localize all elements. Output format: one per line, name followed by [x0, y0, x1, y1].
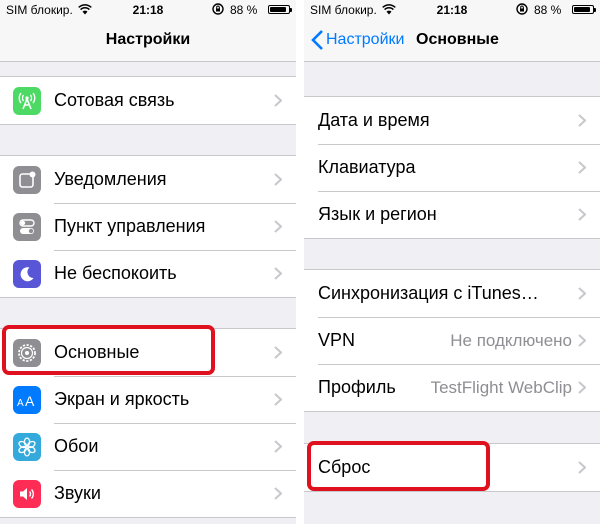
general-screen: SIM блокир. 21:18 88 % Настройки Основны…: [304, 0, 600, 524]
moon-icon: [13, 259, 41, 288]
settings-item-label: Экран и яркость: [54, 389, 190, 409]
chevron-right-icon: [274, 440, 282, 453]
antenna-icon: [13, 86, 41, 115]
settings-item-cellular[interactable]: Сотовая связь: [0, 77, 296, 124]
settings-group-general: Основные A A Экран и яркость Обои Звуки: [0, 328, 296, 518]
general-item-itunes-sync[interactable]: Синхронизация с iTunes…: [304, 270, 600, 317]
general-item-vpn[interactable]: VPN Не подключено: [304, 317, 600, 364]
general-item-keyboard[interactable]: Клавиатура: [304, 144, 600, 191]
chevron-right-icon: [274, 346, 282, 359]
profile-value: TestFlight WebClip: [430, 377, 572, 397]
rotation-lock-icon: [212, 3, 224, 15]
general-item-label: Профиль: [318, 377, 396, 397]
battery-percent: 88 %: [534, 3, 562, 17]
nav-bar: Настройки Основные: [304, 20, 600, 62]
flower-icon: [13, 432, 41, 461]
chevron-right-icon: [578, 461, 586, 474]
general-item-date-time[interactable]: Дата и время: [304, 97, 600, 144]
toggles-icon: [13, 212, 41, 241]
settings-item-sounds[interactable]: Звуки: [0, 470, 296, 517]
chevron-right-icon: [274, 393, 282, 406]
settings-item-label: Основные: [54, 342, 140, 362]
rotation-lock-icon: [516, 3, 528, 15]
general-item-label: Дата и время: [318, 110, 430, 130]
general-item-profile[interactable]: Профиль TestFlight WebClip: [304, 364, 600, 411]
general-item-label: Клавиатура: [318, 157, 416, 177]
page-title: Основные: [416, 31, 499, 48]
general-item-reset[interactable]: Сброс: [304, 444, 600, 491]
chevron-right-icon: [578, 161, 586, 174]
notifications-icon: [13, 165, 41, 194]
general-group-reset: Сброс: [304, 443, 600, 492]
settings-item-general[interactable]: Основные: [0, 329, 296, 376]
settings-item-do-not-disturb[interactable]: Не беспокоить: [0, 250, 296, 297]
settings-screen: SIM блокир. 21:18 88 % Настройки Сотовая…: [0, 0, 296, 524]
settings-item-wallpaper[interactable]: Обои: [0, 423, 296, 470]
battery-fill: [574, 7, 590, 12]
chevron-right-icon: [578, 208, 586, 221]
settings-item-label: Не беспокоить: [54, 263, 177, 283]
settings-item-label: Уведомления: [54, 169, 167, 189]
battery-icon: [572, 5, 596, 14]
speaker-icon: [13, 479, 41, 508]
settings-item-display-brightness[interactable]: A A Экран и яркость: [0, 376, 296, 423]
back-button[interactable]: Настройки: [310, 29, 404, 51]
settings-item-label: Звуки: [54, 483, 101, 503]
svg-text:A: A: [17, 398, 24, 408]
chevron-left-icon: [311, 30, 323, 50]
general-item-label: Язык и регион: [318, 204, 437, 224]
general-group-datetime: Дата и время Клавиатура Язык и регион: [304, 96, 600, 239]
chevron-right-icon: [578, 114, 586, 127]
chevron-right-icon: [274, 487, 282, 500]
general-item-language-region[interactable]: Язык и регион: [304, 191, 600, 238]
back-button-label: Настройки: [326, 31, 405, 48]
settings-item-label: Пункт управления: [54, 216, 206, 236]
status-bar: SIM блокир. 21:18 88 %: [0, 0, 296, 20]
general-item-label: Синхронизация с iTunes…: [318, 283, 539, 303]
divider: [296, 0, 304, 524]
status-bar: SIM блокир. 21:18 88 %: [304, 0, 600, 20]
chevron-right-icon: [274, 267, 282, 280]
battery-fill: [270, 7, 286, 12]
vpn-status-value: Не подключено: [450, 330, 572, 350]
settings-item-label: Сотовая связь: [54, 90, 175, 110]
chevron-right-icon: [274, 94, 282, 107]
settings-group-cellular: Сотовая связь: [0, 76, 296, 125]
settings-item-control-center[interactable]: Пункт управления: [0, 203, 296, 250]
chevron-right-icon: [274, 220, 282, 233]
battery-icon: [268, 5, 292, 14]
general-item-label: VPN: [318, 330, 356, 350]
svg-text:A: A: [25, 393, 35, 408]
nav-bar: Настройки: [0, 20, 296, 62]
settings-item-label: Обои: [54, 436, 99, 456]
page-title: Настройки: [105, 31, 191, 48]
chevron-right-icon: [578, 287, 586, 300]
general-group-sync: Синхронизация с iTunes… VPN Не подключен…: [304, 269, 600, 412]
settings-group-notifications: Уведомления Пункт управления Не беспокои…: [0, 155, 296, 298]
battery-percent: 88 %: [230, 3, 258, 17]
settings-item-notifications[interactable]: Уведомления: [0, 156, 296, 203]
gear-icon: [13, 338, 41, 367]
chevron-right-icon: [578, 381, 586, 394]
chevron-right-icon: [274, 173, 282, 186]
text-size-icon: A A: [13, 385, 41, 414]
chevron-right-icon: [578, 334, 586, 347]
general-item-label: Сброс: [318, 457, 371, 477]
